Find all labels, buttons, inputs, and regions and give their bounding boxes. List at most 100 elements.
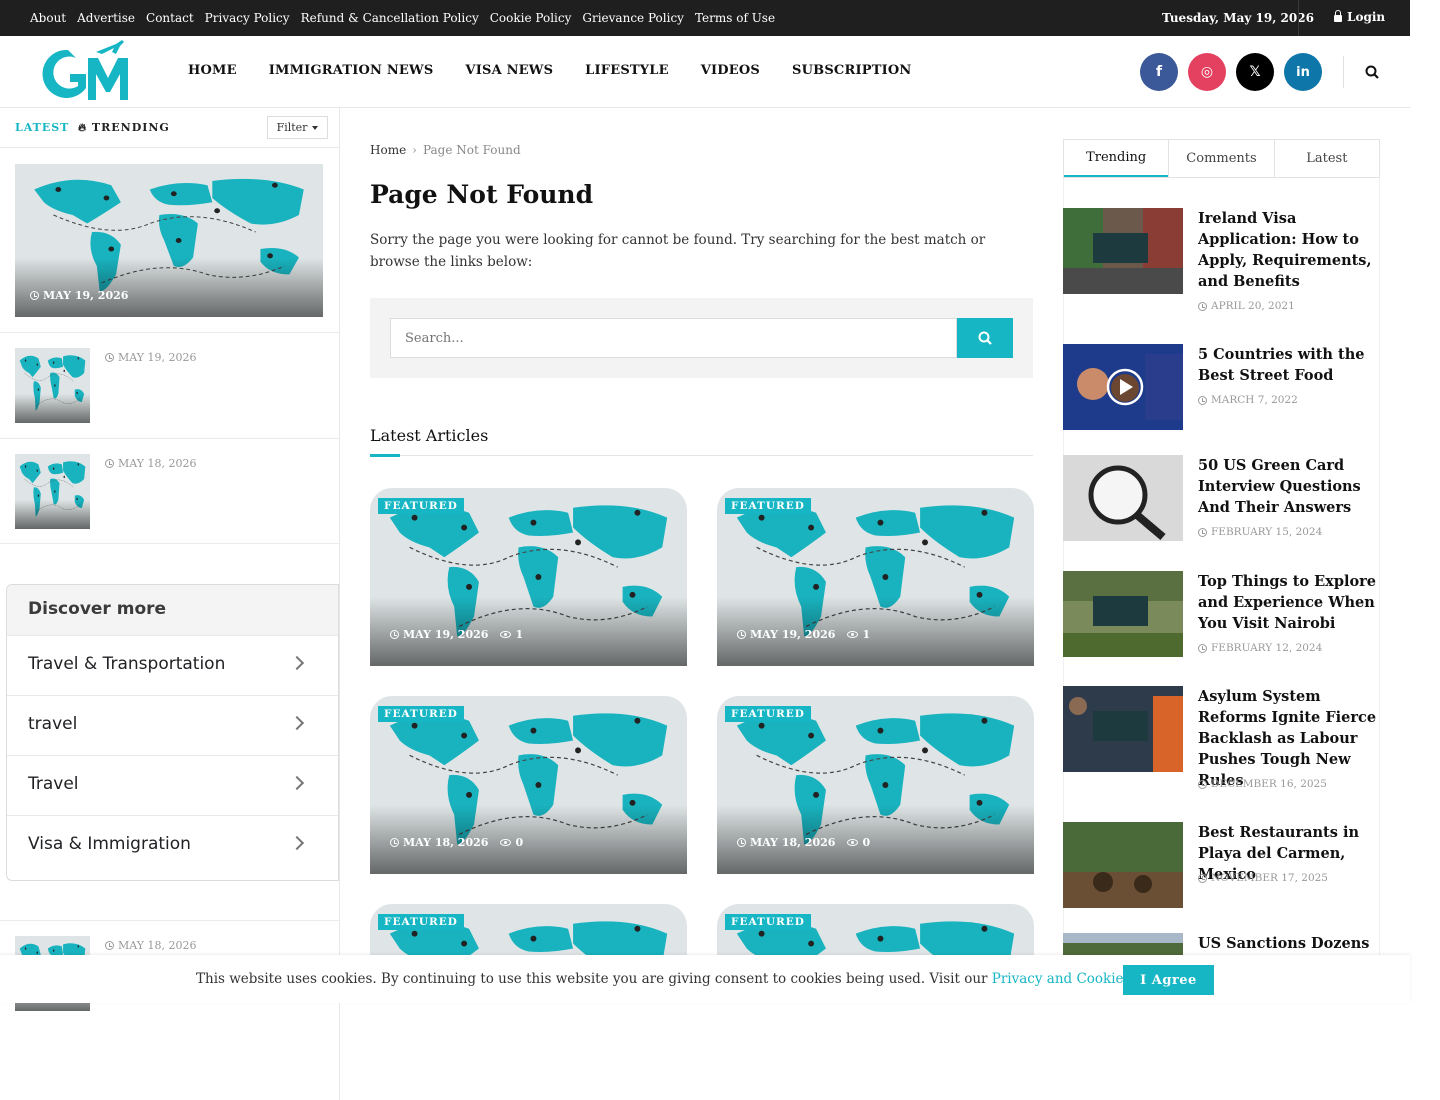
flame-icon: 🔥︎	[78, 121, 88, 134]
page-title: Page Not Found	[370, 180, 594, 209]
featured-badge[interactable]: FEATURED	[378, 914, 464, 930]
site-header: HOME IMMIGRATION NEWS VISA NEWS LIFESTYL…	[0, 36, 1410, 108]
top-bar: About Advertise Contact Privacy Policy R…	[0, 0, 1410, 36]
top-link-grievance[interactable]: Grievance Policy	[582, 11, 684, 25]
trending-date-text: FEBRUARY 12, 2024	[1211, 642, 1323, 654]
discover-item-label: Travel	[28, 774, 79, 794]
heading-accent	[370, 454, 400, 457]
discover-item-label: Visa & Immigration	[28, 834, 191, 854]
nav-videos[interactable]: VIDEOS	[701, 63, 760, 78]
trending-item[interactable]: 50 US Green Card Interview Questions And…	[1063, 455, 1383, 555]
breadcrumb-home[interactable]: Home	[370, 143, 406, 157]
clock-icon	[105, 941, 114, 950]
lead-post-date: MAY 19, 2026	[30, 289, 128, 302]
discover-item[interactable]: travel	[7, 695, 338, 755]
x-icon[interactable]: 𝕏	[1236, 53, 1274, 91]
trending-thumbnail	[1063, 933, 1183, 955]
nav-lifestyle[interactable]: LIFESTYLE	[585, 63, 669, 78]
featured-badge[interactable]: FEATURED	[725, 498, 811, 514]
header-divider	[1343, 56, 1344, 88]
linkedin-icon[interactable]: in	[1284, 53, 1322, 91]
trending-title[interactable]: 50 US Green Card Interview Questions And…	[1198, 455, 1380, 518]
top-link-terms[interactable]: Terms of Use	[695, 11, 775, 25]
breadcrumb-current: Page Not Found	[422, 143, 521, 157]
trending-title[interactable]: Asylum System Reforms Ignite Fierce Back…	[1198, 686, 1380, 791]
list-item-date: MAY 19, 2026	[105, 351, 197, 364]
chevron-right-icon	[289, 775, 305, 791]
search-button[interactable]	[957, 318, 1013, 358]
clock-icon	[390, 630, 399, 639]
clock-icon	[105, 459, 114, 468]
lock-icon	[1334, 10, 1342, 22]
article-card[interactable]: FEATURED MAY 19, 2026 1	[717, 488, 1034, 666]
nav-immigration-news[interactable]: IMMIGRATION NEWS	[269, 63, 434, 78]
discover-item[interactable]: Visa & Immigration	[7, 815, 338, 875]
page-message: Sorry the page you were looking for cann…	[370, 232, 986, 270]
top-link-privacy[interactable]: Privacy Policy	[205, 11, 290, 25]
lead-post-card[interactable]: MAY 19, 2026	[15, 164, 323, 317]
clock-icon	[1198, 873, 1207, 883]
list-item[interactable]: MAY 18, 2026	[0, 438, 339, 544]
trending-date: APRIL 20, 2021	[1198, 300, 1295, 312]
site-logo[interactable]	[36, 40, 132, 106]
featured-badge[interactable]: FEATURED	[378, 498, 464, 514]
featured-badge[interactable]: FEATURED	[725, 914, 811, 930]
trending-thumbnail	[1063, 455, 1183, 541]
facebook-icon[interactable]: f	[1140, 53, 1178, 91]
article-views: 1	[862, 628, 871, 641]
tab-latest[interactable]: LATEST	[15, 121, 69, 134]
trending-item[interactable]: US Sanctions Dozens of	[1063, 933, 1383, 955]
trending-item[interactable]: Asylum System Reforms Ignite Fierce Back…	[1063, 686, 1383, 796]
trending-item[interactable]: Best Restaurants in Playa del Carmen, Me…	[1063, 822, 1383, 912]
list-item[interactable]: MAY 19, 2026	[0, 332, 339, 438]
article-card[interactable]: FEATURED MAY 18, 2026 0	[717, 696, 1034, 874]
tab-trending[interactable]: 🔥︎ TRENDING	[78, 121, 170, 135]
filter-button[interactable]: Filter	[267, 116, 328, 139]
list-item-thumbnail	[15, 348, 90, 423]
top-link-refund[interactable]: Refund & Cancellation Policy	[301, 11, 479, 25]
tab-comments[interactable]: Comments	[1168, 140, 1273, 177]
trending-title[interactable]: Ireland Visa Application: How to Apply, …	[1198, 208, 1380, 292]
login-link[interactable]: Login	[1334, 10, 1385, 24]
nav-subscription[interactable]: SUBSCRIPTION	[792, 63, 911, 78]
trending-item[interactable]: Ireland Visa Application: How to Apply, …	[1063, 208, 1383, 318]
trending-item[interactable]: Top Things to Explore and Experience Whe…	[1063, 571, 1383, 671]
search-input[interactable]	[390, 318, 957, 358]
list-item-date-text: MAY 18, 2026	[118, 457, 197, 470]
top-link-cookie[interactable]: Cookie Policy	[490, 11, 572, 25]
cookie-banner: This website uses cookies. By continuing…	[0, 955, 1410, 1003]
top-link-contact[interactable]: Contact	[146, 11, 194, 25]
discover-item[interactable]: Travel	[7, 755, 338, 815]
featured-badge[interactable]: FEATURED	[725, 706, 811, 722]
article-card[interactable]: FEATURED MAY 19, 2026 1	[370, 488, 687, 666]
cookie-text: This website uses cookies. By continuing…	[196, 971, 992, 987]
clock-icon	[1198, 395, 1207, 405]
top-link-about[interactable]: About	[30, 11, 66, 25]
article-card[interactable]: FEATURED MAY 18, 2026 0	[370, 696, 687, 874]
cookie-message: This website uses cookies. By continuing…	[196, 971, 1171, 987]
clock-icon	[1198, 527, 1207, 537]
trending-title[interactable]: Top Things to Explore and Experience Whe…	[1198, 571, 1380, 634]
agree-button[interactable]: I Agree	[1123, 965, 1214, 995]
trending-date-text: MARCH 7, 2022	[1211, 394, 1298, 406]
discover-item[interactable]: Travel & Transportation	[7, 635, 338, 695]
top-link-advertise[interactable]: Advertise	[77, 11, 135, 25]
nav-home[interactable]: HOME	[188, 63, 237, 78]
article-meta: MAY 18, 2026 0	[390, 836, 523, 849]
trending-item[interactable]: 5 Countries with the Best Street Food MA…	[1063, 344, 1383, 434]
clock-icon	[1198, 779, 1207, 789]
search-icon[interactable]	[1365, 65, 1379, 79]
left-sidebar: LATEST 🔥︎ TRENDING Filter MAY 19, 2026 M…	[0, 108, 340, 1100]
tab-latest-right[interactable]: Latest	[1273, 140, 1379, 177]
trending-title[interactable]: 5 Countries with the Best Street Food	[1198, 344, 1380, 386]
lead-post-date-text: MAY 19, 2026	[43, 289, 129, 302]
featured-badge[interactable]: FEATURED	[378, 706, 464, 722]
chevron-right-icon	[289, 835, 305, 851]
instagram-icon[interactable]: ◎	[1188, 53, 1226, 91]
left-tabs: LATEST 🔥︎ TRENDING Filter	[0, 108, 339, 148]
tab-trending-right[interactable]: Trending	[1064, 140, 1169, 177]
search-panel	[370, 298, 1033, 378]
nav-visa-news[interactable]: VISA NEWS	[465, 63, 553, 78]
clock-icon	[737, 838, 746, 847]
trending-title[interactable]: US Sanctions Dozens of	[1198, 933, 1380, 955]
